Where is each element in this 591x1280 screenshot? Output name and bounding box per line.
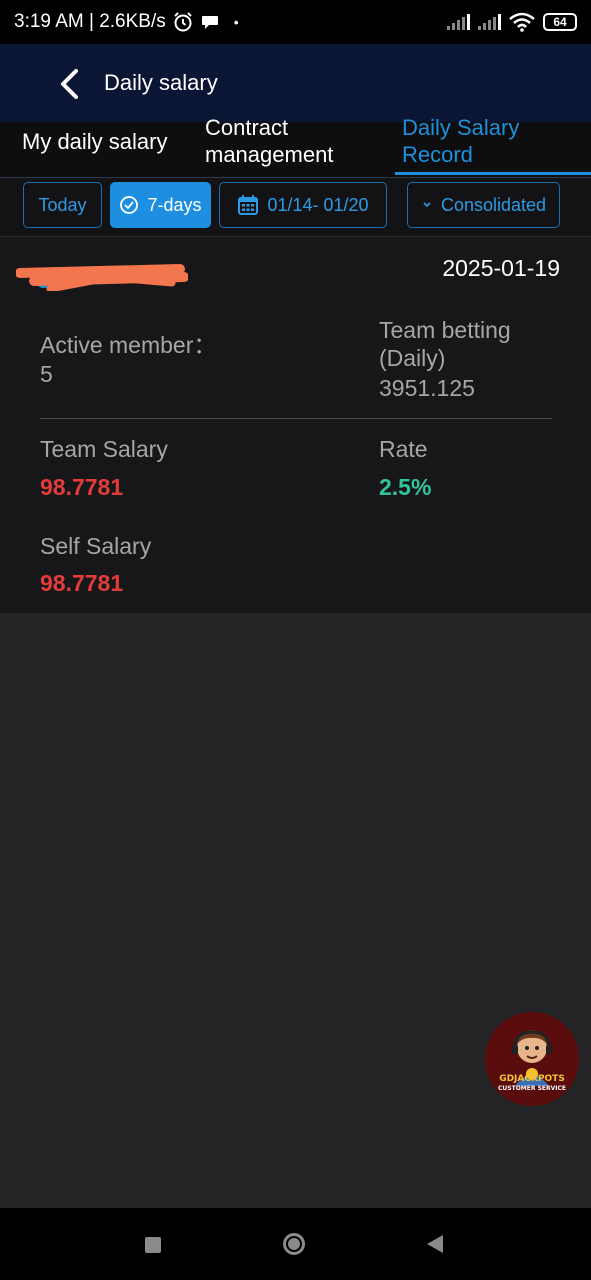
tab-daily-salary-record[interactable]: Daily Salary Record bbox=[402, 114, 552, 168]
app-header: Daily salary bbox=[0, 44, 591, 122]
rate-value: 2.5% bbox=[379, 474, 432, 500]
calendar-icon bbox=[238, 195, 259, 215]
battery-icon: 64 bbox=[543, 13, 577, 31]
self-salary-label: Self Salary bbox=[40, 533, 152, 559]
system-nav-bar bbox=[0, 1208, 591, 1280]
tab-my-daily-salary[interactable]: My daily salary bbox=[22, 128, 167, 155]
salary-record-card: 2025-01-19 Active member： 5 Team betting… bbox=[0, 237, 591, 613]
tab-contract-management[interactable]: Contract management bbox=[205, 114, 375, 168]
customer-service-button[interactable]: GDJACKPOTS CUSTOMER SERVICE bbox=[485, 1012, 579, 1106]
chevron-down-icon bbox=[423, 202, 431, 208]
tab-bar: My daily salary Contract management Dail… bbox=[0, 115, 591, 178]
signal-icon bbox=[447, 14, 470, 30]
consolidated-dropdown[interactable]: Consolidated bbox=[407, 182, 560, 228]
date-range-picker[interactable]: 01/14- 01/20 bbox=[219, 182, 387, 228]
filter-7-days-label: 7-days bbox=[147, 194, 202, 215]
team-salary-value: 98.7781 bbox=[40, 474, 124, 500]
team-betting-label: Team betting (Daily) bbox=[379, 317, 511, 371]
filter-bar: Today 7-days 01/14- 01/20 Consolidated bbox=[0, 178, 591, 237]
active-member-value: 5 bbox=[40, 361, 53, 387]
signal-icon-2 bbox=[478, 14, 501, 30]
back-arrow-icon[interactable] bbox=[56, 68, 84, 100]
status-time: 3:19 AM | 2.6KB/s bbox=[14, 11, 166, 32]
team-betting-value: 3951.125 bbox=[379, 375, 475, 401]
redacted-username bbox=[16, 264, 188, 291]
rate-label: Rate bbox=[379, 436, 428, 462]
active-member-label: Active member： bbox=[40, 332, 217, 358]
record-date: 2025-01-19 bbox=[442, 255, 560, 281]
home-icon-inner bbox=[288, 1238, 300, 1250]
notification-dot-icon: • bbox=[233, 14, 239, 30]
wifi-icon bbox=[509, 12, 535, 32]
nav-back-icon[interactable] bbox=[427, 1235, 443, 1253]
filter-today-label: Today bbox=[38, 194, 87, 215]
page-title: Daily salary bbox=[104, 70, 218, 95]
cs-widget-line2: CUSTOMER SERVICE bbox=[498, 1085, 566, 1092]
cs-widget-line1: GDJACKPOTS bbox=[499, 1074, 565, 1084]
check-circle-icon bbox=[120, 196, 139, 214]
recent-apps-icon[interactable] bbox=[145, 1237, 161, 1253]
filter-today-button[interactable]: Today bbox=[23, 182, 102, 228]
date-range-label: 01/14- 01/20 bbox=[267, 194, 369, 215]
chat-bubble-icon bbox=[201, 16, 218, 29]
filter-7-days-button[interactable]: 7-days bbox=[110, 182, 211, 228]
active-tab-indicator bbox=[395, 172, 591, 175]
team-salary-label: Team Salary bbox=[40, 436, 168, 462]
consolidated-label: Consolidated bbox=[440, 194, 547, 215]
self-salary-value: 98.7781 bbox=[40, 570, 124, 596]
status-bar: 3:19 AM | 2.6KB/s • 64 bbox=[0, 0, 591, 44]
divider bbox=[40, 418, 552, 419]
alarm-icon bbox=[174, 12, 192, 32]
